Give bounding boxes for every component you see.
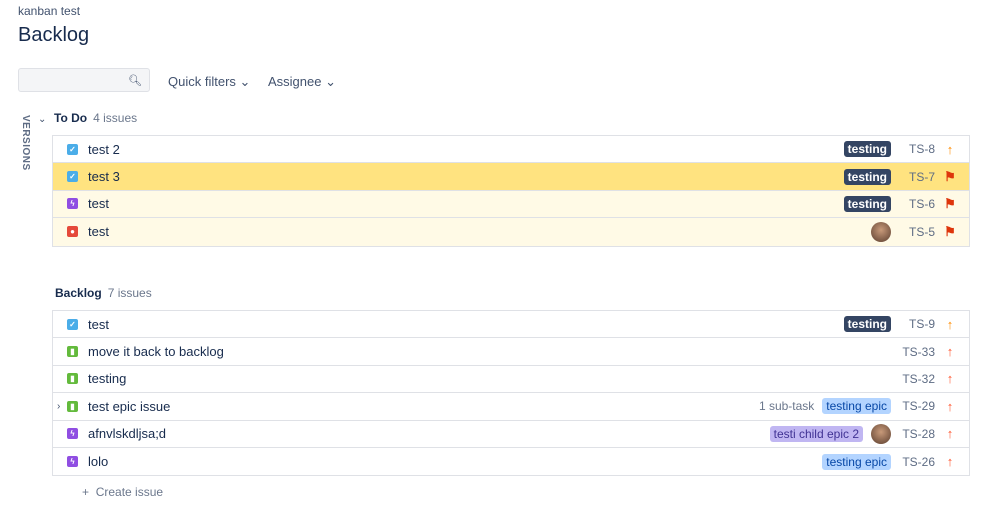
issue-summary: lolo xyxy=(88,454,109,470)
priority-high-icon: ↑ xyxy=(946,371,954,387)
page-title: Backlog xyxy=(18,24,90,46)
epic-label[interactable]: testing epic xyxy=(822,398,891,415)
flag-icon: ⚑ xyxy=(944,195,956,211)
issue-key[interactable]: TS-26 xyxy=(899,455,935,469)
issue-count: 7 issues xyxy=(107,286,152,300)
issue-key[interactable]: TS-9 xyxy=(899,317,935,331)
assignee-avatar[interactable] xyxy=(871,423,891,444)
issue-summary: test xyxy=(88,196,109,212)
priority-high-icon: ↑ xyxy=(946,344,954,360)
backlog-issue-list: ✓ test testing TS-9 ↑ ▮ move it back to backlo… xyxy=(52,310,970,477)
issue-summary: test 3 xyxy=(88,169,120,185)
section-name: Backlog xyxy=(55,286,102,300)
issue-row[interactable]: ϟ afnvlskdljsa;d testi child epic 2 TS-28 ↑ xyxy=(53,421,969,448)
epic-label[interactable]: testi child epic 2 xyxy=(769,425,863,442)
chevron-down-icon: ⌄ xyxy=(239,74,251,89)
epic-type-icon: ϟ xyxy=(67,456,78,468)
issue-summary: testing xyxy=(88,371,127,387)
breadcrumb[interactable]: kanban test xyxy=(18,4,80,18)
chevron-right-icon[interactable]: › xyxy=(57,401,60,412)
issue-row[interactable]: › ▮ test epic issue 1 sub-task testing epic T… xyxy=(53,393,969,421)
issue-row[interactable]: ✓ test 2 testing TS-8 ↑ xyxy=(53,136,969,164)
section-name: To Do xyxy=(54,111,88,125)
issue-summary: afnvlskdljsa;d xyxy=(88,426,167,442)
issue-count: 4 issues xyxy=(93,111,138,125)
search-input[interactable]: 🔍︎ xyxy=(18,68,150,92)
version-label[interactable]: testing xyxy=(843,168,891,185)
search-icon: 🔍︎ xyxy=(128,75,142,87)
priority-high-icon: ↑ xyxy=(946,454,954,470)
issue-summary: test 2 xyxy=(88,141,120,157)
plus-icon: + xyxy=(82,485,90,499)
flag-icon: ⚑ xyxy=(944,223,956,239)
issue-row[interactable]: ▮ testing TS-32 ↑ xyxy=(53,366,969,394)
version-label[interactable]: testing xyxy=(843,316,891,333)
issue-row[interactable]: ✓ test testing TS-9 ↑ xyxy=(53,311,969,339)
priority-high-icon: ↑ xyxy=(946,426,954,442)
issue-key[interactable]: TS-8 xyxy=(899,142,935,156)
story-type-icon: ▮ xyxy=(67,346,78,358)
issue-key[interactable]: TS-33 xyxy=(899,345,935,359)
story-type-icon: ▮ xyxy=(67,373,78,385)
issue-key[interactable]: TS-28 xyxy=(899,427,935,441)
issue-row[interactable]: ● test TS-5 ⚑ xyxy=(53,218,969,246)
issue-summary: move it back to backlog xyxy=(88,344,224,360)
version-label[interactable]: testing xyxy=(843,141,891,158)
issue-summary: test xyxy=(88,316,109,332)
epic-type-icon: ϟ xyxy=(67,198,78,210)
task-type-icon: ✓ xyxy=(67,171,78,183)
quick-filters-label: Quick filters xyxy=(168,74,236,89)
create-issue-label: Create issue xyxy=(95,485,164,499)
sprint-header-todo[interactable]: ⌄ To Do 4 issues xyxy=(38,111,137,125)
issue-key[interactable]: TS-7 xyxy=(899,170,935,184)
issue-summary: test xyxy=(88,224,109,240)
subtask-count: 1 sub-task xyxy=(758,399,815,414)
issue-key[interactable]: TS-6 xyxy=(899,197,935,211)
issue-row[interactable]: ϟ lolo testing epic TS-26 ↑ xyxy=(53,448,969,475)
task-type-icon: ✓ xyxy=(67,143,78,155)
epic-type-icon: ϟ xyxy=(67,428,78,440)
assignee-avatar[interactable] xyxy=(871,221,891,242)
flag-icon: ⚑ xyxy=(944,168,956,184)
versions-panel-toggle[interactable]: VERSIONS xyxy=(20,115,31,171)
issue-summary: test epic issue xyxy=(88,398,171,414)
assignee-label: Assignee xyxy=(268,74,322,89)
priority-high-icon: ↑ xyxy=(946,398,954,414)
issue-key[interactable]: TS-32 xyxy=(899,372,935,386)
issue-row[interactable]: ϟ test testing TS-6 ⚑ xyxy=(53,190,969,219)
version-label[interactable]: testing xyxy=(843,195,891,212)
priority-high-icon: ↑ xyxy=(946,316,954,332)
issue-key[interactable]: TS-29 xyxy=(899,399,935,413)
task-type-icon: ✓ xyxy=(67,318,78,330)
create-issue-button[interactable]: + Create issue xyxy=(82,485,163,499)
issue-row[interactable]: ✓ test 3 testing TS-7 ⚑ xyxy=(53,163,969,191)
story-type-icon: ▮ xyxy=(67,400,78,412)
issue-row[interactable]: ▮ move it back to backlog TS-33 ↑ xyxy=(53,338,969,366)
bug-type-icon: ● xyxy=(67,226,78,238)
priority-high-icon: ↑ xyxy=(946,141,954,157)
assignee-dropdown[interactable]: Assignee ⌄ xyxy=(268,74,336,90)
epic-label[interactable]: testing epic xyxy=(822,453,891,470)
backlog-header: Backlog 7 issues xyxy=(55,286,152,300)
issue-key[interactable]: TS-5 xyxy=(899,225,935,239)
quick-filters-dropdown[interactable]: Quick filters ⌄ xyxy=(168,74,250,90)
chevron-down-icon[interactable]: ⌄ xyxy=(38,114,54,125)
chevron-down-icon: ⌄ xyxy=(325,74,337,89)
todo-issue-list: ✓ test 2 testing TS-8 ↑ ✓ test 3 testing TS-7 ⚑ ϟ t… xyxy=(52,135,970,247)
